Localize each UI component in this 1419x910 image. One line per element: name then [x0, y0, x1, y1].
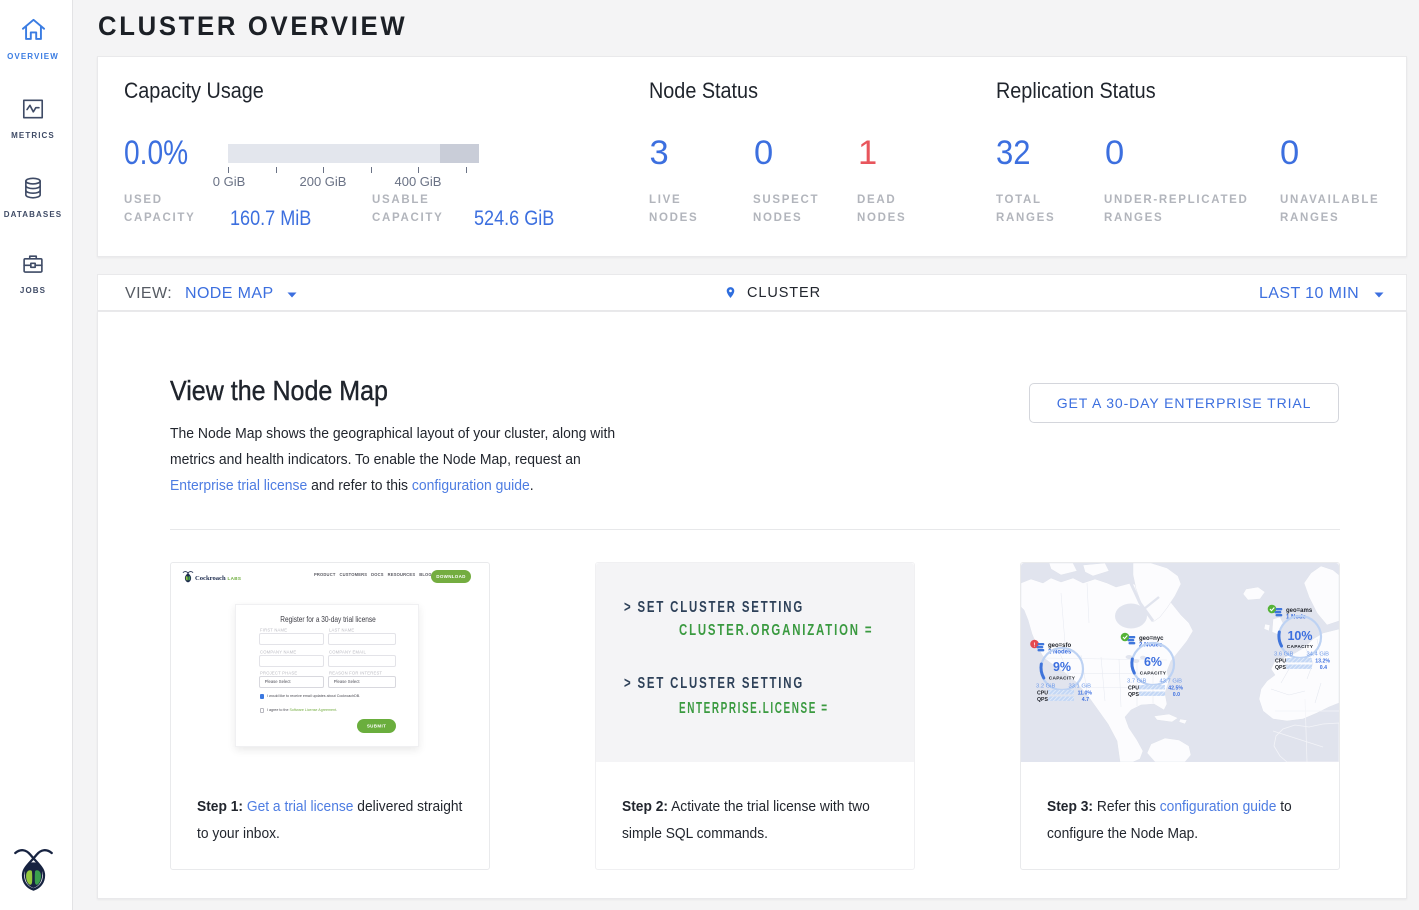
- svg-text:QPS: QPS: [1128, 692, 1139, 698]
- svg-text:3.2 GiB: 3.2 GiB: [1036, 684, 1055, 690]
- svg-text:!: !: [1034, 642, 1036, 648]
- svg-text:9%: 9%: [1053, 660, 1071, 674]
- svg-text:CPU: CPU: [1037, 691, 1048, 697]
- svg-text:LABS: LABS: [228, 576, 242, 581]
- svg-text:13.2%: 13.2%: [1315, 659, 1330, 665]
- svg-text:QPS: QPS: [1037, 697, 1048, 703]
- svg-text:CAPACITY: CAPACITY: [1049, 676, 1076, 682]
- svg-text:3.6 GiB: 3.6 GiB: [1274, 652, 1293, 658]
- svg-text:CAPACITY: CAPACITY: [1140, 671, 1167, 677]
- svg-text:CPU: CPU: [1128, 686, 1139, 692]
- svg-text:11.0%: 11.0%: [1078, 691, 1093, 697]
- svg-text:0.0: 0.0: [1173, 692, 1180, 698]
- svg-text:6%: 6%: [1144, 655, 1162, 669]
- svg-text:3.7 GiB: 3.7 GiB: [1127, 679, 1146, 685]
- svg-text:geo=ams: geo=ams: [1286, 608, 1313, 614]
- svg-text:QPS: QPS: [1275, 665, 1286, 671]
- svg-text:34.4 GiB: 34.4 GiB: [1306, 652, 1329, 658]
- svg-text:43.7 GiB: 43.7 GiB: [1159, 679, 1182, 685]
- svg-text:0.4: 0.4: [1320, 665, 1327, 671]
- svg-text:42.5%: 42.5%: [1168, 686, 1183, 692]
- svg-text:Cockroach: Cockroach: [195, 575, 226, 582]
- svg-text:CAPACITY: CAPACITY: [1287, 644, 1314, 650]
- svg-text:33.1 GiB: 33.1 GiB: [1068, 684, 1091, 690]
- svg-text:10%: 10%: [1287, 629, 1312, 643]
- svg-text:CPU: CPU: [1275, 659, 1286, 665]
- svg-text:geo=nyc: geo=nyc: [1139, 636, 1164, 642]
- svg-text:4.7: 4.7: [1082, 697, 1089, 703]
